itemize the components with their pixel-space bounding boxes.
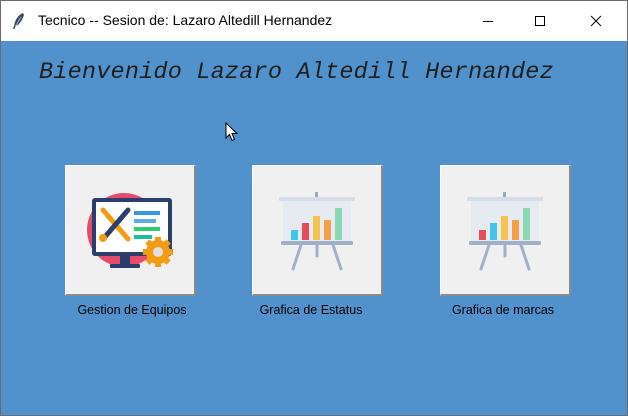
minimize-button[interactable] [465,1,511,41]
grafica-estatus-label: Grafica de Estatus [259,303,363,317]
presentation-chart-icon [467,192,543,271]
gestion-equipos-label: Gestion de Equipos [77,303,187,317]
app-window: Tecnico -- Sesion de: Lazaro Altedill He… [0,0,628,416]
title-bar[interactable]: Tecnico -- Sesion de: Lazaro Altedill He… [1,1,627,41]
window-title: Tecnico -- Sesion de: Lazaro Altedill He… [38,12,333,28]
mouse-cursor-icon [225,122,239,142]
computer-tools-icon [87,193,173,268]
gestion-equipos-button[interactable] [65,165,196,296]
maximize-icon [535,16,545,26]
grafica-estatus-button[interactable] [252,165,383,296]
grafica-marcas-button[interactable] [440,165,571,296]
presentation-chart-icon [279,192,355,271]
close-icon [590,15,602,27]
feather-icon [13,13,24,29]
minimize-icon [483,21,493,22]
close-button[interactable] [573,1,619,41]
welcome-heading: Bienvenido Lazaro Altedill Hernandez [39,59,554,86]
maximize-button[interactable] [517,1,563,41]
grafica-marcas-label: Grafica de marcas [451,303,555,317]
